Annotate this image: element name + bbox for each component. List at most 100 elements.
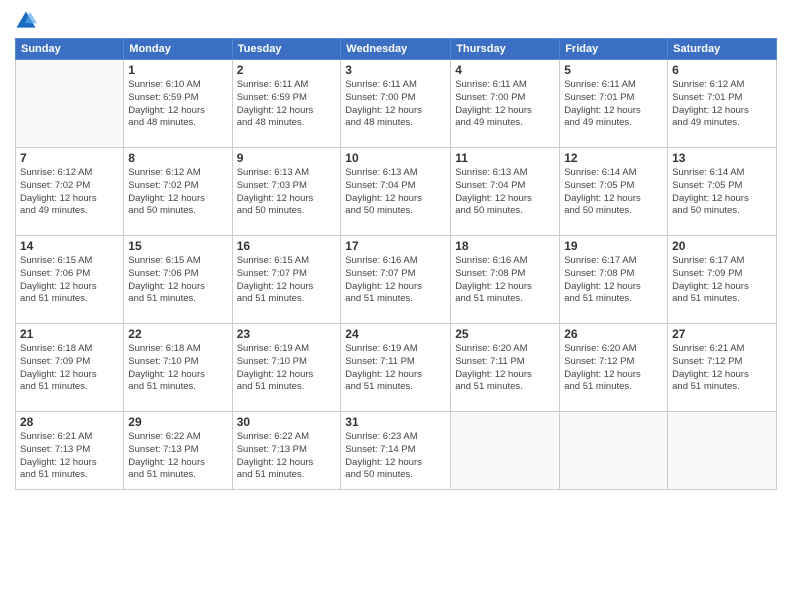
- day-number: 8: [128, 151, 227, 165]
- day-number: 29: [128, 415, 227, 429]
- calendar-week-1: 1 Sunrise: 6:10 AM Sunset: 6:59 PM Daylig…: [16, 60, 777, 148]
- calendar-cell: 14 Sunrise: 6:15 AM Sunset: 7:06 PM Dayli…: [16, 236, 124, 324]
- calendar-cell: 21 Sunrise: 6:18 AM Sunset: 7:09 PM Dayli…: [16, 324, 124, 412]
- calendar-cell: 7 Sunrise: 6:12 AM Sunset: 7:02 PM Daylig…: [16, 148, 124, 236]
- day-detail: Sunrise: 6:11 AM Sunset: 7:00 PM Dayligh…: [455, 79, 555, 130]
- calendar-week-3: 14 Sunrise: 6:15 AM Sunset: 7:06 PM Dayli…: [16, 236, 777, 324]
- day-detail: Sunrise: 6:17 AM Sunset: 7:08 PM Dayligh…: [564, 255, 663, 306]
- calendar-cell: 19 Sunrise: 6:17 AM Sunset: 7:08 PM Dayli…: [560, 236, 668, 324]
- calendar-cell: 12Sunrise: 6:14 AM Sunset: 7:05 PM Dayli…: [560, 148, 668, 236]
- day-detail: Sunrise: 6:10 AM Sunset: 6:59 PM Dayligh…: [128, 79, 227, 130]
- calendar-cell: 31 Sunrise: 6:23 AM Sunset: 7:14 PM Dayli…: [341, 412, 451, 490]
- calendar-cell: 15 Sunrise: 6:15 AM Sunset: 7:06 PM Dayli…: [124, 236, 232, 324]
- calendar-cell: 27 Sunrise: 6:21 AM Sunset: 7:12 PM Dayli…: [668, 324, 777, 412]
- day-number: 25: [455, 327, 555, 341]
- day-detail: Sunrise: 6:16 AM Sunset: 7:08 PM Dayligh…: [455, 255, 555, 306]
- day-number: 24: [345, 327, 446, 341]
- col-header-sunday: Sunday: [16, 39, 124, 60]
- day-detail: Sunrise: 6:19 AM Sunset: 7:11 PM Dayligh…: [345, 343, 446, 394]
- calendar-cell: 30 Sunrise: 6:22 AM Sunset: 7:13 PM Dayli…: [232, 412, 341, 490]
- day-detail: Sunrise: 6:13 AM Sunset: 7:04 PM Dayligh…: [455, 167, 555, 218]
- calendar-week-2: 7 Sunrise: 6:12 AM Sunset: 7:02 PM Daylig…: [16, 148, 777, 236]
- col-header-friday: Friday: [560, 39, 668, 60]
- calendar-cell: 20 Sunrise: 6:17 AM Sunset: 7:09 PM Dayli…: [668, 236, 777, 324]
- day-number: 10: [345, 151, 446, 165]
- day-number: 7: [20, 151, 119, 165]
- calendar-cell: [668, 412, 777, 490]
- day-number: 27: [672, 327, 772, 341]
- day-number: 13: [672, 151, 772, 165]
- day-detail: Sunrise: 6:14 AM Sunset: 7:05 PM Dayligh…: [564, 167, 663, 218]
- day-detail: Sunrise: 6:14 AM Sunset: 7:05 PM Dayligh…: [672, 167, 772, 218]
- day-number: 31: [345, 415, 446, 429]
- day-detail: Sunrise: 6:20 AM Sunset: 7:12 PM Dayligh…: [564, 343, 663, 394]
- day-detail: Sunrise: 6:13 AM Sunset: 7:03 PM Dayligh…: [237, 167, 337, 218]
- day-number: 28: [20, 415, 119, 429]
- day-detail: Sunrise: 6:21 AM Sunset: 7:13 PM Dayligh…: [20, 431, 119, 482]
- calendar-cell: 11 Sunrise: 6:13 AM Sunset: 7:04 PM Dayli…: [451, 148, 560, 236]
- day-number: 17: [345, 239, 446, 253]
- day-number: 20: [672, 239, 772, 253]
- calendar-cell: 4 Sunrise: 6:11 AM Sunset: 7:00 PM Daylig…: [451, 60, 560, 148]
- day-number: 2: [237, 63, 337, 77]
- day-detail: Sunrise: 6:23 AM Sunset: 7:14 PM Dayligh…: [345, 431, 446, 482]
- logo-icon: [15, 10, 37, 32]
- calendar-cell: 2Sunrise: 6:11 AM Sunset: 6:59 PM Daylig…: [232, 60, 341, 148]
- day-number: 30: [237, 415, 337, 429]
- header: [15, 10, 777, 32]
- calendar-cell: 25 Sunrise: 6:20 AM Sunset: 7:11 PM Dayli…: [451, 324, 560, 412]
- day-number: 21: [20, 327, 119, 341]
- day-detail: Sunrise: 6:16 AM Sunset: 7:07 PM Dayligh…: [345, 255, 446, 306]
- col-header-wednesday: Wednesday: [341, 39, 451, 60]
- col-header-thursday: Thursday: [451, 39, 560, 60]
- logo: [15, 10, 39, 32]
- day-number: 18: [455, 239, 555, 253]
- calendar-cell: 16Sunrise: 6:15 AM Sunset: 7:07 PM Dayli…: [232, 236, 341, 324]
- calendar-cell: 3Sunrise: 6:11 AM Sunset: 7:00 PM Daylig…: [341, 60, 451, 148]
- day-detail: Sunrise: 6:20 AM Sunset: 7:11 PM Dayligh…: [455, 343, 555, 394]
- calendar-cell: 22 Sunrise: 6:18 AM Sunset: 7:10 PM Dayli…: [124, 324, 232, 412]
- calendar-cell: 26 Sunrise: 6:20 AM Sunset: 7:12 PM Dayli…: [560, 324, 668, 412]
- day-detail: Sunrise: 6:12 AM Sunset: 7:02 PM Dayligh…: [20, 167, 119, 218]
- calendar-cell: 5 Sunrise: 6:11 AM Sunset: 7:01 PM Daylig…: [560, 60, 668, 148]
- day-number: 4: [455, 63, 555, 77]
- day-detail: Sunrise: 6:17 AM Sunset: 7:09 PM Dayligh…: [672, 255, 772, 306]
- day-number: 6: [672, 63, 772, 77]
- page: SundayMondayTuesdayWednesdayThursdayFrid…: [0, 0, 792, 612]
- calendar-cell: 18 Sunrise: 6:16 AM Sunset: 7:08 PM Dayli…: [451, 236, 560, 324]
- calendar-table: SundayMondayTuesdayWednesdayThursdayFrid…: [15, 38, 777, 490]
- day-detail: Sunrise: 6:15 AM Sunset: 7:06 PM Dayligh…: [128, 255, 227, 306]
- calendar-week-5: 28 Sunrise: 6:21 AM Sunset: 7:13 PM Dayli…: [16, 412, 777, 490]
- day-number: 26: [564, 327, 663, 341]
- calendar-cell: 17 Sunrise: 6:16 AM Sunset: 7:07 PM Dayli…: [341, 236, 451, 324]
- day-detail: Sunrise: 6:11 AM Sunset: 7:01 PM Dayligh…: [564, 79, 663, 130]
- day-detail: Sunrise: 6:22 AM Sunset: 7:13 PM Dayligh…: [237, 431, 337, 482]
- day-number: 15: [128, 239, 227, 253]
- col-header-saturday: Saturday: [668, 39, 777, 60]
- day-number: 19: [564, 239, 663, 253]
- calendar-cell: 24 Sunrise: 6:19 AM Sunset: 7:11 PM Dayli…: [341, 324, 451, 412]
- calendar-header-row: SundayMondayTuesdayWednesdayThursdayFrid…: [16, 39, 777, 60]
- calendar-cell: 23 Sunrise: 6:19 AM Sunset: 7:10 PM Dayli…: [232, 324, 341, 412]
- day-detail: Sunrise: 6:22 AM Sunset: 7:13 PM Dayligh…: [128, 431, 227, 482]
- day-number: 22: [128, 327, 227, 341]
- day-detail: Sunrise: 6:18 AM Sunset: 7:09 PM Dayligh…: [20, 343, 119, 394]
- day-detail: Sunrise: 6:18 AM Sunset: 7:10 PM Dayligh…: [128, 343, 227, 394]
- calendar-week-4: 21 Sunrise: 6:18 AM Sunset: 7:09 PM Dayli…: [16, 324, 777, 412]
- calendar-cell: [451, 412, 560, 490]
- day-number: 5: [564, 63, 663, 77]
- calendar-cell: 29 Sunrise: 6:22 AM Sunset: 7:13 PM Dayli…: [124, 412, 232, 490]
- day-number: 14: [20, 239, 119, 253]
- day-detail: Sunrise: 6:12 AM Sunset: 7:02 PM Dayligh…: [128, 167, 227, 218]
- day-detail: Sunrise: 6:12 AM Sunset: 7:01 PM Dayligh…: [672, 79, 772, 130]
- day-number: 11: [455, 151, 555, 165]
- calendar-cell: 28 Sunrise: 6:21 AM Sunset: 7:13 PM Dayli…: [16, 412, 124, 490]
- calendar-cell: 13 Sunrise: 6:14 AM Sunset: 7:05 PM Dayli…: [668, 148, 777, 236]
- day-number: 1: [128, 63, 227, 77]
- day-detail: Sunrise: 6:15 AM Sunset: 7:06 PM Dayligh…: [20, 255, 119, 306]
- day-detail: Sunrise: 6:21 AM Sunset: 7:12 PM Dayligh…: [672, 343, 772, 394]
- day-detail: Sunrise: 6:19 AM Sunset: 7:10 PM Dayligh…: [237, 343, 337, 394]
- calendar-cell: [16, 60, 124, 148]
- day-detail: Sunrise: 6:13 AM Sunset: 7:04 PM Dayligh…: [345, 167, 446, 218]
- day-number: 23: [237, 327, 337, 341]
